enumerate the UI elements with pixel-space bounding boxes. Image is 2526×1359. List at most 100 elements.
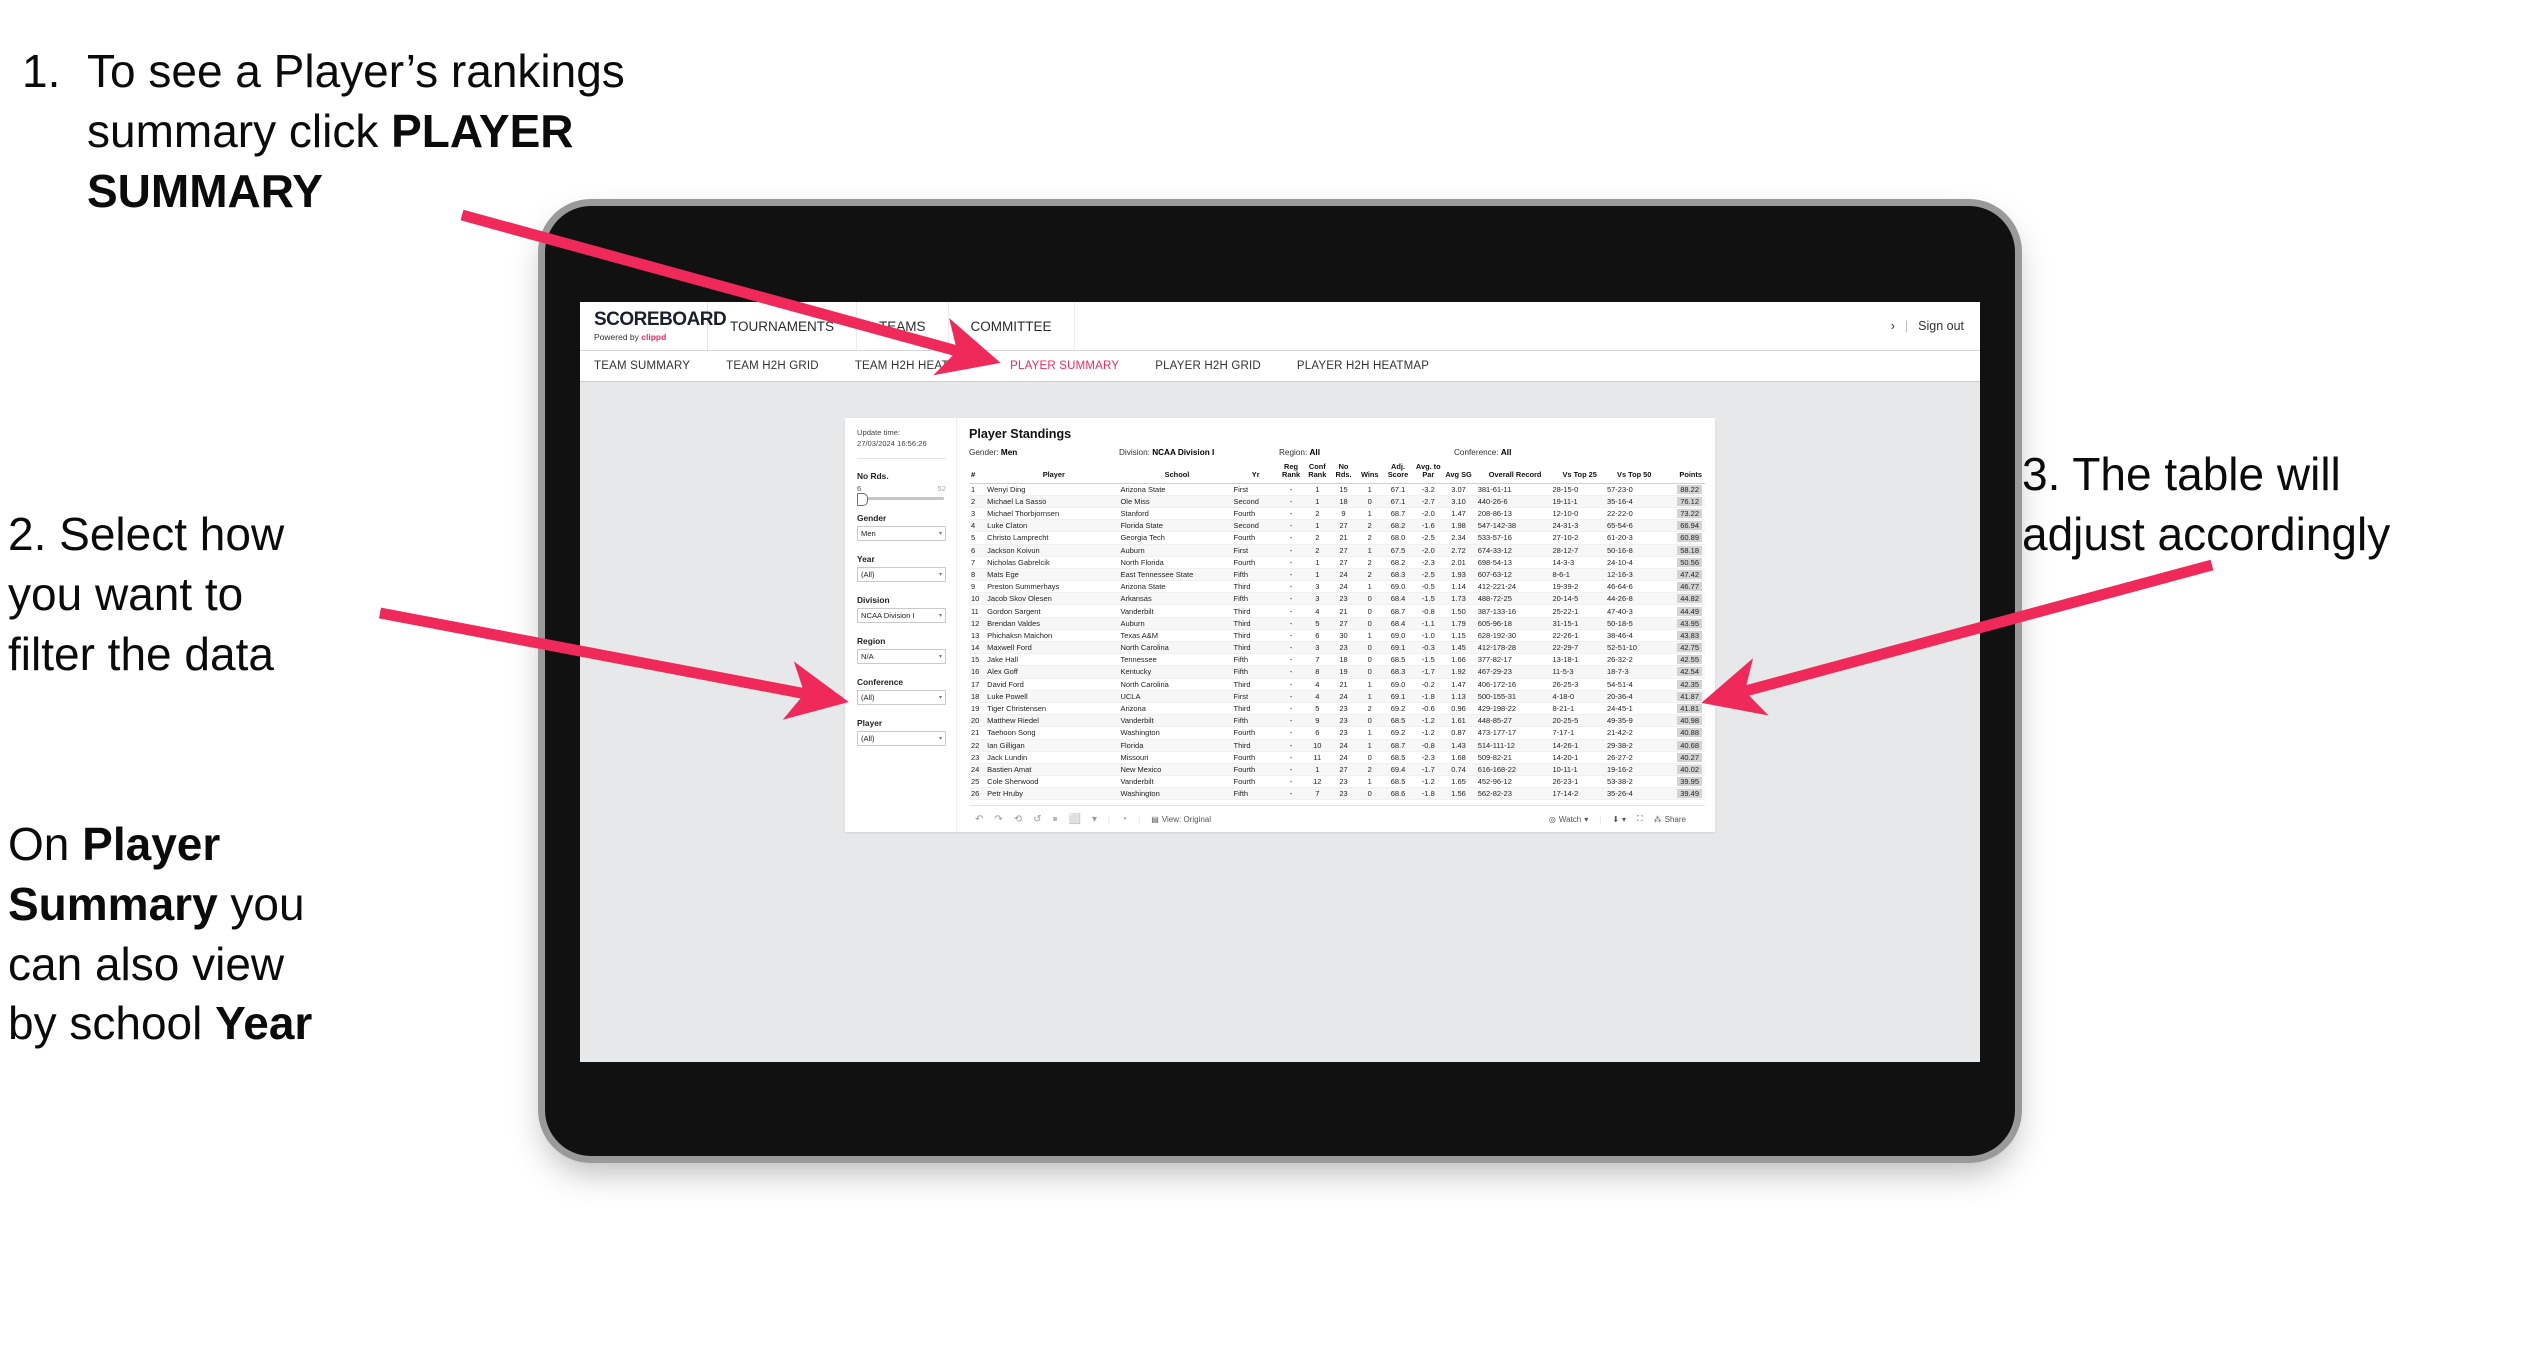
- pause-icon[interactable]: ⏸: [1053, 814, 1058, 825]
- share-icon: ⁂: [1653, 814, 1662, 824]
- table-row[interactable]: 16 Alex Goff Kentucky Fifth -8 19 0 68.3 -1.7 1.9…: [969, 665, 1705, 679]
- table-row[interactable]: 6 Jackson Koivun Auburn First -2 27 1 67.5 -2.0 2…: [969, 544, 1705, 557]
- subnav-player-h2h-heatmap[interactable]: PLAYER H2H HEATMAP: [1297, 360, 1429, 372]
- download-button[interactable]: ⬇ ▾: [1612, 815, 1626, 824]
- cell-reg-rank: -: [1277, 714, 1305, 728]
- subnav-team-h2h-grid[interactable]: TEAM H2H GRID: [726, 360, 819, 372]
- subnav-player-summary[interactable]: PLAYER SUMMARY: [1010, 360, 1119, 372]
- history-icon[interactable]: ◔: [1121, 814, 1127, 825]
- cell-yr: First: [1233, 483, 1278, 496]
- redo-icon[interactable]: ↷: [994, 814, 1002, 825]
- subnav-team-h2h-heatmap[interactable]: TEAM H2H HEATMAP: [855, 360, 974, 372]
- table-row[interactable]: 13 Phichaksn Maichon Texas A&M Third -6 30 1 69…: [969, 629, 1705, 643]
- col-reg-rank[interactable]: Reg Rank: [1277, 462, 1305, 484]
- table-row[interactable]: 24 Bastien Amat New Mexico Fourth -1 27 2 69.4-…: [969, 763, 1705, 777]
- col-points[interactable]: Points: [1661, 463, 1705, 484]
- slider-max: 52: [937, 484, 946, 493]
- top-nav-committee[interactable]: COMMITTEE: [949, 302, 1075, 350]
- col-rank[interactable]: #: [969, 463, 988, 484]
- table-row[interactable]: 12 Brendan Valdes Auburn Third -5 27 0 68.4 -1.1…: [969, 617, 1705, 630]
- filter-select-conference[interactable]: (All) ▾: [857, 690, 946, 705]
- table-row[interactable]: 19 Tiger Christensen Arizona Third -5 23 2 69.2…: [969, 702, 1705, 716]
- filter-division[interactable]: Division NCAA Division I ▾: [857, 595, 946, 623]
- table-row[interactable]: 22 Ian Gilligan Florida Third -10 24 1 68.7 -0.8…: [969, 739, 1705, 752]
- col-avg-to-par[interactable]: Avg. to Par: [1413, 462, 1444, 484]
- table-row[interactable]: 3 Michael Thorbjornsen Stanford Fourth -2 9 1 6…: [969, 507, 1705, 521]
- col-school[interactable]: School: [1120, 463, 1234, 484]
- col-wins[interactable]: Wins: [1356, 463, 1383, 484]
- filter-player[interactable]: Player (All) ▾: [857, 718, 946, 746]
- cell-avg-to-par: -1.6: [1413, 519, 1444, 533]
- top-nav-teams[interactable]: TEAMS: [857, 302, 949, 350]
- cell-adj-score: 68.4: [1382, 617, 1414, 630]
- col-overall-record[interactable]: Overall Record: [1473, 463, 1553, 484]
- table-row[interactable]: 14 Maxwell Ford North Carolina Third -3 23 0 69…: [969, 641, 1705, 655]
- table-row[interactable]: 25 Cole Sherwood Vanderbilt Fourth -12 23 1 68.…: [969, 775, 1705, 789]
- col-adj-score[interactable]: Adj. Score: [1382, 462, 1414, 484]
- col-conf-rank[interactable]: Conf Rank: [1304, 462, 1331, 484]
- refresh-icon[interactable]: ↺: [1033, 814, 1041, 825]
- filter-gender[interactable]: Gender Men ▾: [857, 513, 946, 541]
- table-row[interactable]: 26 Petr Hruby Washington Fifth -7 23 0 68.6 -1.8…: [969, 787, 1705, 801]
- cell-no-rds: 27: [1330, 617, 1357, 630]
- table-row[interactable]: 2 Michael La Sasso Ole Miss Second -1 18 0 67.1…: [969, 495, 1705, 508]
- cell-adj-score: 69.2: [1382, 726, 1414, 740]
- table-row[interactable]: 7 Nicholas Gabrelcik North Florida Fourth -1…: [969, 556, 1705, 569]
- points-value: 73.22: [1677, 509, 1702, 519]
- col-no-rds[interactable]: No Rds.: [1330, 462, 1357, 484]
- subnav-team-summary[interactable]: TEAM SUMMARY: [594, 360, 690, 372]
- table-row[interactable]: 18 Luke Powell UCLA First -4 24 1 69.1 -1.8 1.13 5…: [969, 690, 1705, 703]
- col-yr[interactable]: Yr: [1233, 463, 1278, 484]
- col-vs-top-25[interactable]: Vs Top 25: [1552, 463, 1607, 484]
- table-row[interactable]: 23 Jack Lundin Missouri Fourth -11 24 0 68.5 -2.…: [969, 751, 1705, 764]
- table-row[interactable]: 11 Gordon Sargent Vanderbilt Third -4 21 0 68.7…: [969, 604, 1705, 618]
- table-row[interactable]: 21 Taehoon Song Washington Fourth -6 23 1 69.2-…: [969, 726, 1705, 740]
- cell-player: Mats Ege: [987, 568, 1121, 582]
- filter-select-player[interactable]: (All) ▾: [857, 731, 946, 746]
- table-row[interactable]: 15 Jake Hall Tennessee Fifth -7 18 0 68.5 -1.5 1.…: [969, 653, 1705, 667]
- filter-select-year[interactable]: (All) ▾: [857, 567, 946, 582]
- col-player[interactable]: Player: [987, 463, 1121, 484]
- subnav-player-h2h-grid[interactable]: PLAYER H2H GRID: [1155, 360, 1261, 372]
- cell-school: Arizona State: [1120, 483, 1234, 496]
- view-original-button[interactable]: ▤ View: Original: [1151, 815, 1211, 824]
- slider-handle[interactable]: [857, 493, 868, 506]
- filter-select-division[interactable]: NCAA Division I ▾: [857, 608, 946, 623]
- col-avg-sg[interactable]: Avg SG: [1443, 463, 1474, 484]
- cell-vs-top-50: 61-20-3: [1606, 531, 1662, 545]
- cell-rank: 22: [969, 739, 988, 752]
- top-nav-tournaments[interactable]: TOURNAMENTS: [708, 302, 858, 350]
- cell-conf-rank: 1: [1304, 483, 1331, 496]
- cell-vs-top-25: 28-12-7: [1552, 544, 1607, 557]
- table-row[interactable]: 1 Wenyi Ding Arizona State First -1 15 1 67.1 -3…: [969, 483, 1705, 496]
- filter-region[interactable]: Region N/A ▾: [857, 636, 946, 664]
- standings-pane: Player Standings Gender: Men Division: N…: [957, 418, 1715, 832]
- sign-out-link[interactable]: Sign out: [1918, 319, 1964, 333]
- watch-button[interactable]: ◎ Watch ▾: [1549, 815, 1588, 824]
- slider-track[interactable]: [857, 493, 944, 506]
- fullscreen-button[interactable]: ⛶: [1637, 814, 1643, 824]
- revert-icon[interactable]: ⟲: [1014, 814, 1022, 825]
- update-time-block: Update time: 27/03/2024 16:56:26: [857, 427, 946, 459]
- table-row[interactable]: 17 David Ford North Carolina Third -4 21 1 69.0…: [969, 678, 1705, 691]
- cell-vs-top-25: 26-25-3: [1552, 678, 1607, 691]
- table-row[interactable]: 5 Christo Lamprecht Georgia Tech Fourth -2 21…: [969, 531, 1705, 545]
- brand-logo[interactable]: SCOREBOARD Powered by clippd: [580, 302, 727, 350]
- col-vs-top-50[interactable]: Vs Top 50: [1606, 463, 1662, 484]
- undo-icon[interactable]: ↶: [975, 814, 983, 825]
- filter-select-gender[interactable]: Men ▾: [857, 526, 946, 541]
- cell-points: 66.94: [1661, 519, 1705, 533]
- filter-year[interactable]: Year (All) ▾: [857, 554, 946, 582]
- filter-no-rds[interactable]: No Rds. 6 52: [857, 471, 946, 506]
- table-row[interactable]: 8 Mats Ege East Tennessee State Fifth -1 24 2 6…: [969, 568, 1705, 582]
- table-row[interactable]: 20 Matthew Riedel Vanderbilt Fifth -9 23 0 68.5…: [969, 714, 1705, 728]
- table-row[interactable]: 4 Luke Claton Florida State Second -1 27 2 68.2…: [969, 519, 1705, 533]
- cell-avg-sg: 0.87: [1443, 726, 1474, 740]
- table-row[interactable]: 9 Preston Summerhays Arizona State Third -3 2…: [969, 580, 1705, 594]
- custom-view-icon[interactable]: ⬜: [1069, 814, 1081, 825]
- filter-conference[interactable]: Conference (All) ▾: [857, 677, 946, 705]
- table-row[interactable]: 10 Jacob Skov Olesen Arkansas Fifth -3 23 0 68.…: [969, 592, 1705, 606]
- filter-select-region[interactable]: N/A ▾: [857, 649, 946, 664]
- chevron-down-icon[interactable]: ▾: [1092, 814, 1097, 825]
- share-button[interactable]: ⁂ Share: [1654, 815, 1686, 824]
